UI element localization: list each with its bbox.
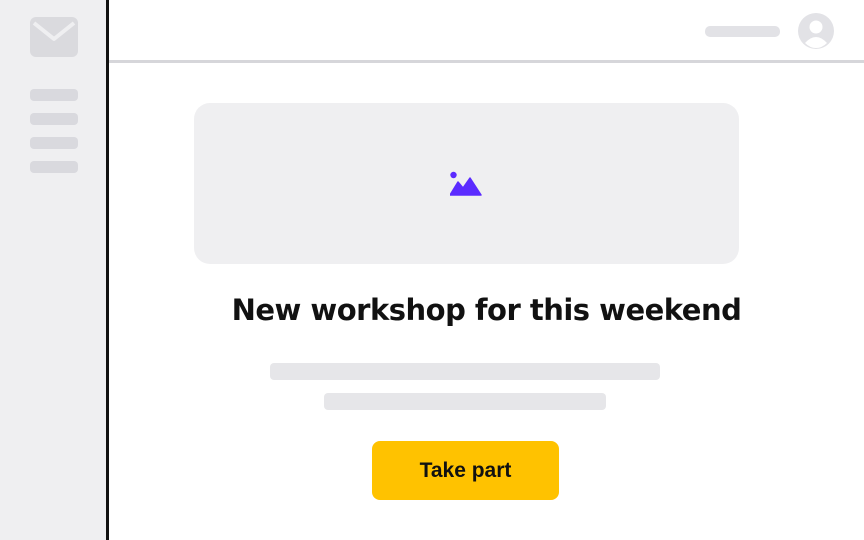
image-icon	[450, 171, 482, 196]
mail-icon[interactable]	[30, 17, 78, 57]
header-text-placeholder	[705, 26, 780, 37]
sidebar-menu-item-placeholder[interactable]	[30, 161, 78, 173]
hero-image-placeholder	[194, 103, 739, 264]
take-part-button[interactable]: Take part	[372, 441, 559, 500]
email-headline: New workshop for this weekend	[231, 293, 742, 327]
sidebar-menu-item-placeholder[interactable]	[30, 137, 78, 149]
sidebar-menu-item-placeholder[interactable]	[30, 89, 78, 101]
body-text-placeholder	[324, 393, 606, 410]
top-bar	[109, 0, 864, 63]
user-avatar-icon[interactable]	[798, 13, 834, 49]
sidebar	[0, 0, 109, 540]
sidebar-menu-item-placeholder[interactable]	[30, 113, 78, 125]
body-text-placeholder	[270, 363, 660, 380]
